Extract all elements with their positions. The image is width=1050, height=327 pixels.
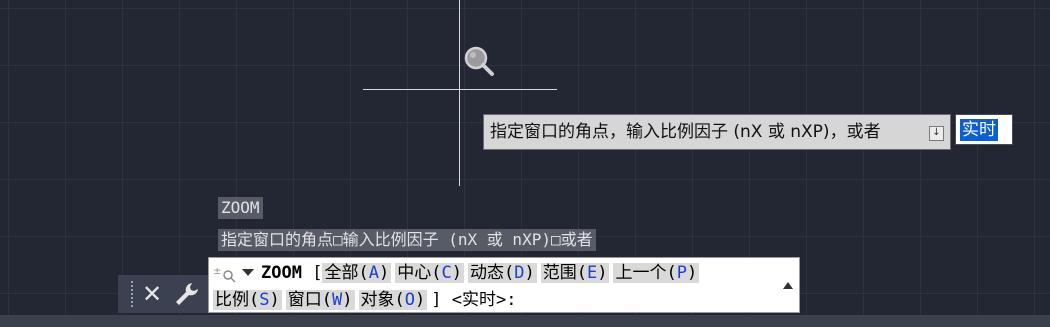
command-default: <实时>:: [451, 290, 517, 310]
option-scale[interactable]: 比例(S): [213, 290, 282, 310]
status-strip: [0, 315, 1050, 327]
scroll-up-icon[interactable]: [783, 282, 793, 289]
close-bracket: ]: [431, 290, 442, 310]
magnifier-cursor-icon: [464, 46, 494, 76]
close-icon[interactable]: ✕: [140, 279, 164, 309]
option-previous[interactable]: 上一个(P): [613, 263, 700, 283]
command-icon: ±: [213, 266, 236, 283]
option-all[interactable]: 全部(A): [322, 263, 392, 283]
tooltip-prompt: 指定窗口的角点，输入比例因子 (nX 或 nXP)，或者: [490, 122, 881, 142]
option-window[interactable]: 窗口(W): [285, 290, 355, 310]
command-prompt-row1: ZOOM [全部(A) 中心(C) 动态(D) 范围(E) 上一个(P): [261, 260, 703, 286]
option-object[interactable]: 对象(O): [358, 290, 428, 310]
crosshair-vertical: [459, 0, 460, 186]
dynamic-input-field[interactable]: 实时: [955, 114, 1013, 145]
command-bar-grip[interactable]: [131, 281, 137, 307]
svg-text:±: ±: [213, 266, 221, 277]
command-name: ZOOM: [261, 263, 302, 283]
command-prompt-row2: 比例(S) 窗口(W) 对象(O)] <实时>:: [213, 287, 516, 313]
history-line-prompt: 指定窗口的角点□输入比例因子 (nX 或 nXP)□或者: [218, 229, 596, 251]
command-history-dropdown-icon[interactable]: [242, 269, 254, 276]
dynamic-input-value[interactable]: 实时: [960, 119, 998, 141]
history-line-command: ZOOM: [218, 197, 263, 219]
crosshair-horizontal: [363, 89, 557, 90]
option-extents[interactable]: 范围(E): [540, 263, 610, 283]
dynamic-input-tooltip: 指定窗口的角点，输入比例因子 (nX 或 nXP)，或者 ↓: [483, 114, 951, 150]
option-center[interactable]: 中心(C): [395, 263, 464, 283]
command-line[interactable]: ± ZOOM [全部(A) 中心(C) 动态(D) 范围(E) 上一个(P) 比例(S)…: [208, 257, 800, 313]
option-dynamic[interactable]: 动态(D): [467, 263, 537, 283]
dropdown-arrow-icon[interactable]: ↓: [929, 126, 944, 141]
wrench-icon[interactable]: [172, 279, 202, 309]
open-bracket: [: [312, 263, 323, 283]
